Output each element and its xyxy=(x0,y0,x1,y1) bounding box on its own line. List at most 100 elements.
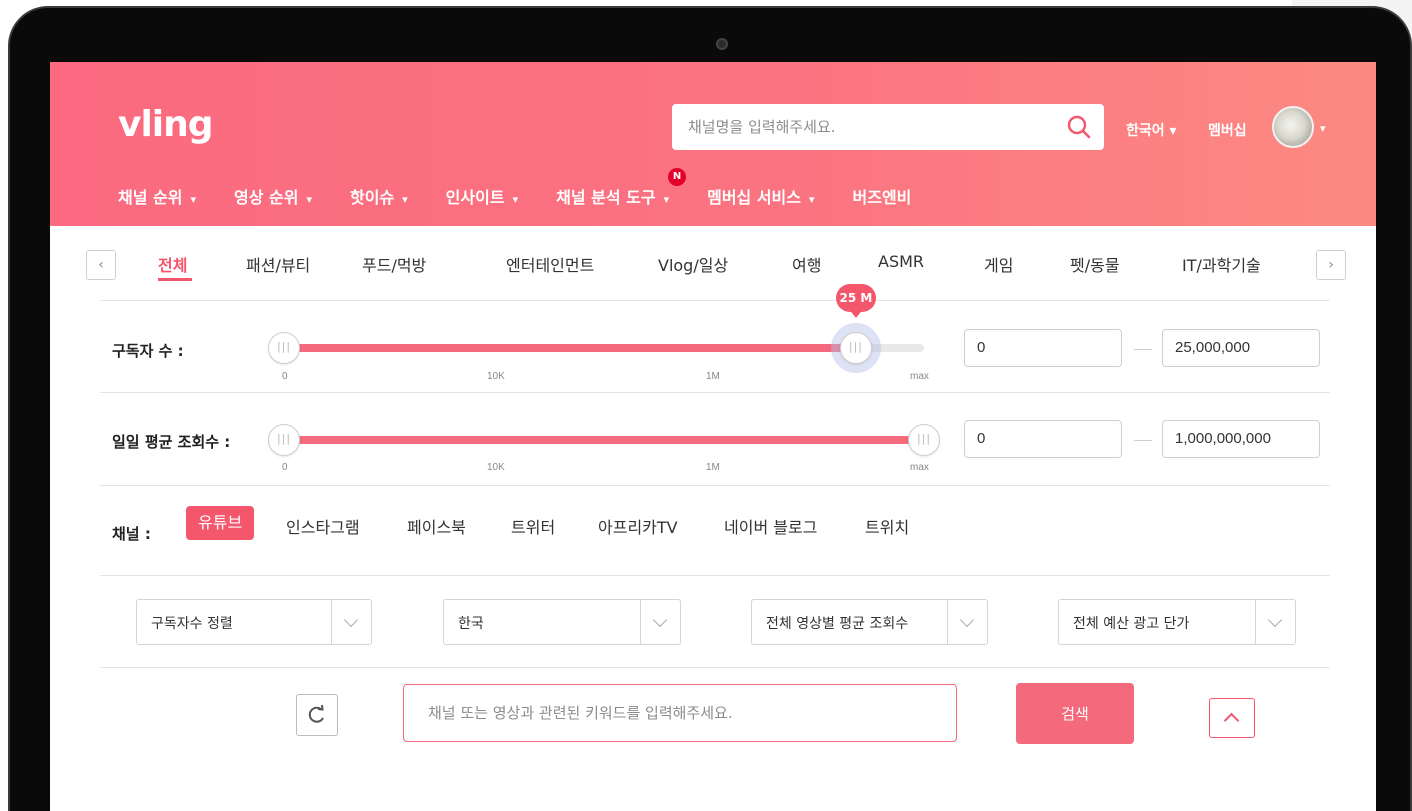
avatar[interactable] xyxy=(1272,106,1314,148)
dropdown-button[interactable] xyxy=(1255,600,1295,644)
daily-views-max-input[interactable]: 1,000,000,000 xyxy=(1162,420,1320,458)
divider xyxy=(100,575,1330,576)
views-select-value: 전체 영상별 평균 조회수 xyxy=(766,616,909,632)
sort-select[interactable]: 구독자수 정렬 xyxy=(136,599,372,645)
nav-label: 채널 순위 xyxy=(118,188,183,207)
subscribers-slider-fill xyxy=(282,344,856,352)
chip-instagram[interactable]: 인스타그램 xyxy=(286,514,360,538)
tab-asmr[interactable]: ASMR xyxy=(878,252,924,271)
range-dash xyxy=(1134,440,1152,441)
tick-label: max xyxy=(910,371,929,382)
collapse-button[interactable] xyxy=(1209,698,1255,738)
tick-label: 0 xyxy=(282,462,288,473)
language-selector[interactable]: 한국어 ▾ xyxy=(1126,120,1177,140)
subscribers-min-input[interactable]: 0 xyxy=(964,329,1122,367)
chevron-down-icon xyxy=(1267,612,1283,628)
nav-video-ranking[interactable]: 영상 순위 ▾ xyxy=(234,184,312,208)
subscribers-value-bubble: 25 M xyxy=(835,284,876,318)
tick-label: max xyxy=(910,462,929,473)
subscribers-slider-track[interactable] xyxy=(282,344,924,352)
daily-views-label: 일일 평균 조회수 : xyxy=(112,433,231,451)
logo[interactable]: vling xyxy=(118,104,214,145)
chevron-down-icon xyxy=(652,612,668,628)
tab-vlog[interactable]: Vlog/일상 xyxy=(658,252,728,276)
refresh-button[interactable] xyxy=(296,694,338,736)
nav-label: 버즈엔비 xyxy=(852,188,912,207)
daily-views-min-input[interactable]: 0 xyxy=(964,420,1122,458)
subscribers-min-handle[interactable]: ||| xyxy=(268,332,300,364)
daily-views-max-handle[interactable]: ||| xyxy=(908,424,940,456)
views-select[interactable]: 전체 영상별 평균 조회수 xyxy=(751,599,988,645)
chevron-down-icon: ▾ xyxy=(808,193,815,206)
nav-membership-service[interactable]: 멤버십 서비스 ▾ xyxy=(707,184,814,208)
chevron-down-icon: ▾ xyxy=(190,193,196,206)
keyword-search-box xyxy=(403,684,957,742)
chevron-up-icon xyxy=(1223,712,1240,729)
nav-label: 멤버십 서비스 xyxy=(707,188,801,207)
channel-search-box xyxy=(672,104,1104,150)
chip-afreecatv[interactable]: 아프리카TV xyxy=(598,514,678,538)
category-tabs: ‹ 전체 패션/뷰티 푸드/먹방 엔터테인먼트 Vlog/일상 여행 ASMR … xyxy=(86,248,1348,282)
country-select-value: 한국 xyxy=(458,616,484,632)
divider xyxy=(100,392,1330,393)
tab-travel[interactable]: 여행 xyxy=(792,252,821,276)
daily-views-slider-track[interactable] xyxy=(282,436,924,444)
tab-entertainment[interactable]: 엔터테인먼트 xyxy=(506,252,594,276)
main-nav: 채널 순위 ▾ 영상 순위 ▾ 핫이슈 ▾ 인사이트 ▾ 채널 분석 도구 ▾ N 멤버십 … xyxy=(118,168,949,208)
sort-select-value: 구독자수 정렬 xyxy=(151,616,233,632)
chip-youtube[interactable]: 유튜브 xyxy=(186,506,255,540)
tab-all[interactable]: 전체 xyxy=(158,252,187,276)
nav-hot-issue[interactable]: 핫이슈 ▾ xyxy=(350,184,408,208)
country-select[interactable]: 한국 xyxy=(443,599,681,645)
chip-naver-blog[interactable]: 네이버 블로그 xyxy=(724,514,817,538)
subscribers-label: 구독자 수 : xyxy=(112,342,184,360)
tab-game[interactable]: 게임 xyxy=(984,252,1013,276)
keyword-input[interactable] xyxy=(428,685,928,741)
membership-link[interactable]: 멤버십 xyxy=(1208,120,1247,140)
chip-facebook[interactable]: 페이스북 xyxy=(407,514,466,538)
tab-fashion-beauty[interactable]: 패션/뷰티 xyxy=(246,252,310,276)
avatar-caret-icon[interactable]: ▾ xyxy=(1320,122,1326,135)
range-dash xyxy=(1134,349,1152,350)
tick-label: 1M xyxy=(706,371,720,382)
search-button[interactable]: 검색 xyxy=(1016,683,1134,744)
nav-channel-analysis[interactable]: 채널 분석 도구 ▾ N xyxy=(556,168,687,208)
budget-select[interactable]: 전체 예산 광고 단가 xyxy=(1058,599,1296,645)
chip-twitch[interactable]: 트위치 xyxy=(865,514,909,538)
nav-insight[interactable]: 인사이트 ▾ xyxy=(446,184,518,208)
nav-label: 핫이슈 xyxy=(349,188,395,207)
tab-food-mukbang[interactable]: 푸드/먹방 xyxy=(362,252,426,276)
search-icon[interactable] xyxy=(1066,114,1092,140)
subscribers-max-handle[interactable]: ||| xyxy=(839,332,872,364)
chevron-down-icon: ▾ xyxy=(512,193,519,206)
tab-it-science[interactable]: IT/과학기술 xyxy=(1182,252,1261,276)
nav-channel-ranking[interactable]: 채널 순위 ▾ xyxy=(118,184,196,208)
divider xyxy=(100,485,1330,486)
prev-arrow-icon[interactable]: ‹ xyxy=(86,250,116,280)
channel-label: 채널 : xyxy=(112,525,151,543)
chevron-down-icon: ▾ xyxy=(402,193,408,206)
tab-pet-animal[interactable]: 펫/동물 xyxy=(1070,252,1120,276)
divider xyxy=(100,300,1330,301)
nav-label: 인사이트 xyxy=(445,188,505,207)
dropdown-button[interactable] xyxy=(640,600,680,644)
nav-label: 영상 순위 xyxy=(233,188,299,207)
chevron-down-icon xyxy=(343,612,359,628)
daily-views-min-handle[interactable]: ||| xyxy=(268,424,300,456)
header: vling 한국어 ▾ 멤버십 ▾ 채널 순위 ▾ 영상 순위 ▾ 핫이슈 ▾ 인사이… xyxy=(50,62,1376,226)
chevron-down-icon: ▾ xyxy=(663,193,670,206)
new-badge: N xyxy=(668,168,687,186)
dropdown-button[interactable] xyxy=(947,600,987,644)
tick-label: 0 xyxy=(282,371,288,382)
nav-label: 채널 분석 도구 xyxy=(556,188,656,207)
tick-label: 10K xyxy=(487,462,505,473)
subscribers-max-input[interactable]: 25,000,000 xyxy=(1162,329,1320,367)
daily-views-slider-fill xyxy=(282,436,924,444)
chip-twitter[interactable]: 트위터 xyxy=(511,514,555,538)
nav-buzzenb[interactable]: 버즈엔비 xyxy=(853,184,912,208)
chevron-down-icon xyxy=(959,612,975,628)
next-arrow-icon[interactable]: › xyxy=(1316,250,1346,280)
dropdown-button[interactable] xyxy=(331,600,371,644)
channel-search-input[interactable] xyxy=(688,104,1058,150)
budget-select-value: 전체 예산 광고 단가 xyxy=(1073,616,1190,632)
